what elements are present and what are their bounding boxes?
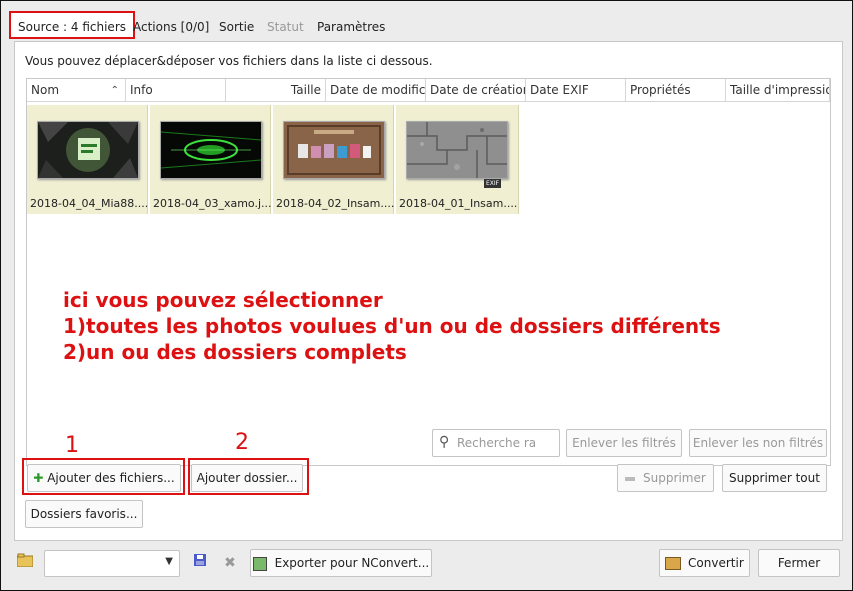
tab-parametres[interactable]: Paramètres xyxy=(309,14,393,40)
column-header-nom[interactable]: Nom ⌃ xyxy=(27,79,126,102)
tab-source[interactable]: Source : 4 fichiers xyxy=(9,11,135,39)
search-icon: ⚲ xyxy=(439,434,450,450)
file-item[interactable]: 2018-04_04_Mia88.... xyxy=(27,105,148,214)
remove-filtered-button[interactable]: Enlever les filtrés xyxy=(566,429,682,457)
gray-stone-image xyxy=(406,121,508,179)
save-icon[interactable] xyxy=(190,553,210,573)
export-nconvert-button[interactable]: Exporter pour NConvert... xyxy=(250,549,432,577)
open-folder-icon[interactable] xyxy=(15,553,35,573)
exif-badge: EXIF xyxy=(484,179,502,188)
column-header-date-modification[interactable]: Date de modifica xyxy=(326,79,426,102)
search-placeholder: Recherche ra xyxy=(457,436,537,450)
column-header-taille[interactable]: Taille xyxy=(226,79,326,102)
file-item[interactable]: 2018-04_03_xamo.j... xyxy=(150,105,271,214)
annotation-line: 2)un ou des dossiers complets xyxy=(63,340,407,364)
minus-icon xyxy=(625,476,636,481)
export-icon xyxy=(252,556,267,571)
column-header-date-exif[interactable]: Date EXIF xyxy=(526,79,626,102)
tab-sortie[interactable]: Sortie xyxy=(211,14,262,40)
annotation-line: 1)toutes les photos voulues d'un ou de d… xyxy=(63,314,721,338)
add-folder-button[interactable]: Ajouter dossier... xyxy=(191,464,303,492)
chevron-down-icon: ▼ xyxy=(165,556,173,567)
annotation-line: ici vous pouvez sélectionner xyxy=(63,288,383,312)
annotation-number-2: 2 xyxy=(235,430,249,455)
convert-icon xyxy=(665,557,682,570)
search-input[interactable]: ⚲ Recherche ra xyxy=(432,429,560,457)
tab-actions[interactable]: Actions [0/0] xyxy=(125,14,217,40)
delete-button[interactable]: Supprimer xyxy=(617,464,714,492)
close-button[interactable]: Fermer xyxy=(758,549,840,577)
file-item[interactable]: 2018-04_02_Insam.... xyxy=(273,105,394,214)
file-list[interactable]: Nom ⌃ Info Taille Date de modifica Date … xyxy=(26,78,831,466)
preset-select[interactable]: ▼ xyxy=(44,550,180,577)
file-name: 2018-04_02_Insam.... xyxy=(276,197,394,210)
tab-statut[interactable]: Statut xyxy=(259,14,312,40)
add-files-button[interactable]: ✚ Ajouter des fichiers... xyxy=(27,464,181,492)
file-name: 2018-04_03_xamo.j... xyxy=(153,197,271,210)
column-header-info[interactable]: Info xyxy=(126,79,226,102)
column-header-date-creation[interactable]: Date de création xyxy=(426,79,526,102)
delete-preset-icon[interactable]: ✖ xyxy=(220,553,240,573)
remove-unfiltered-button[interactable]: Enlever les non filtrés xyxy=(689,429,827,457)
convert-button[interactable]: Convertir xyxy=(659,549,750,577)
file-name: 2018-04_04_Mia88.... xyxy=(30,197,148,210)
sort-ascending-icon: ⌃ xyxy=(110,85,119,96)
green-neon-image xyxy=(160,121,262,179)
column-header-taille-impression[interactable]: Taille d'impressio xyxy=(726,79,830,102)
column-header-proprietes[interactable]: Propriétés xyxy=(626,79,726,102)
delete-all-button[interactable]: Supprimer tout xyxy=(722,464,827,492)
favorite-folders-button[interactable]: Dossiers favoris... xyxy=(25,500,143,528)
file-item[interactable]: EXIF 2018-04_01_Insam.... xyxy=(396,105,519,214)
plus-icon: ✚ xyxy=(33,471,44,485)
annotation-number-1: 1 xyxy=(65,433,79,458)
file-name: 2018-04_01_Insam.... xyxy=(399,197,517,210)
laurent-text-image xyxy=(283,121,385,179)
green-glow-image xyxy=(37,121,139,179)
drag-drop-hint: Vous pouvez déplacer&déposer vos fichier… xyxy=(25,54,433,68)
